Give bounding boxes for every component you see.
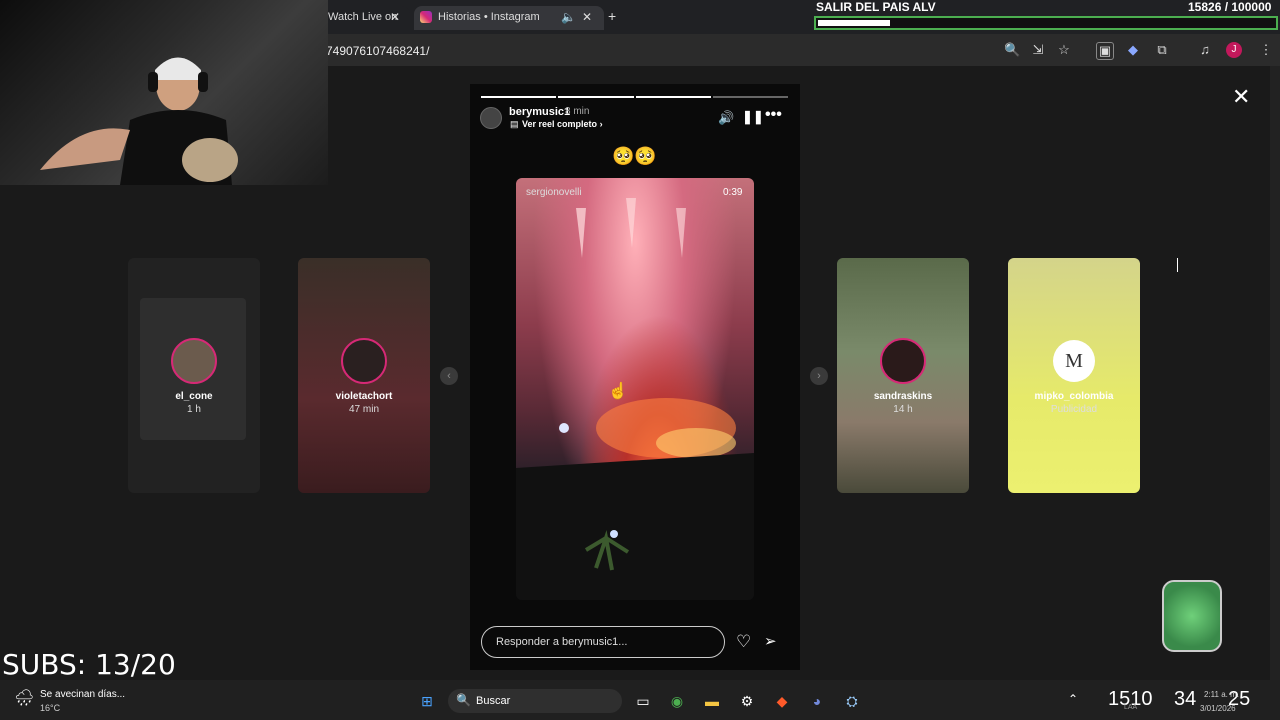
story-card-time: 1 h bbox=[187, 404, 201, 415]
temperature: 16°C bbox=[40, 703, 61, 713]
story-card-name: mipko_colombia bbox=[1034, 391, 1114, 402]
story-card-el-cone[interactable]: el_cone 1 h bbox=[128, 258, 260, 493]
extension-icon[interactable]: ▣ bbox=[1096, 42, 1114, 60]
taskbar-search[interactable]: 🔍 Buscar bbox=[448, 689, 622, 713]
reel-icon: ▤ bbox=[510, 119, 519, 129]
goal-progress-fill bbox=[818, 20, 890, 26]
reply-input[interactable]: Responder a berymusic1... bbox=[481, 626, 725, 658]
mipko-logo: M bbox=[1053, 340, 1095, 382]
previous-story-arrow[interactable]: ‹ bbox=[440, 367, 458, 385]
story-card-violetachort[interactable]: violetachort 47 min bbox=[298, 258, 430, 493]
mouse-cursor-icon: ☝ bbox=[608, 383, 628, 400]
app-icon[interactable]: ⚙ bbox=[736, 690, 758, 712]
streamer-figure bbox=[40, 57, 238, 185]
bookmark-star-icon[interactable]: ☆ bbox=[1056, 42, 1072, 58]
extensions-puzzle-icon[interactable]: ⧉ bbox=[1154, 42, 1170, 58]
instagram-icon bbox=[420, 11, 432, 23]
file-explorer-icon[interactable]: ▬ bbox=[701, 690, 723, 712]
overlay-number-b: 34 bbox=[1174, 688, 1197, 710]
steam-icon[interactable]: ⛭ bbox=[841, 690, 863, 712]
subs-counter: SUBS: 13/20 bbox=[2, 648, 176, 681]
close-tab-icon[interactable]: ✕ bbox=[390, 6, 400, 28]
avatar bbox=[341, 338, 387, 384]
story-card-name: violetachort bbox=[335, 391, 393, 402]
jar-overlay bbox=[1162, 580, 1222, 652]
reel-link-label: Ver reel completo bbox=[522, 119, 598, 129]
more-options-icon[interactable]: ••• bbox=[765, 106, 782, 124]
weather-text[interactable]: Se avecinan días... bbox=[40, 689, 125, 700]
extension-icon[interactable]: ◆ bbox=[1125, 42, 1141, 58]
webcam-overlay bbox=[0, 0, 328, 185]
tab-label: Historias • Instagram bbox=[438, 11, 540, 23]
pause-icon[interactable]: ❚❚ bbox=[742, 109, 764, 125]
input-language[interactable]: LAA bbox=[1124, 704, 1137, 711]
story-card-mipko-colombia[interactable]: M mipko_colombia Publicidad bbox=[1008, 258, 1140, 493]
video-username: sergionovelli bbox=[526, 187, 582, 198]
story-username[interactable]: berymusic1 bbox=[509, 106, 570, 118]
tab-instagram-stories[interactable]: Historias • Instagram 🔈 ✕ bbox=[414, 6, 604, 30]
tab-watch-live[interactable]: Watch Live on ✕ bbox=[320, 6, 410, 30]
profile-avatar[interactable]: J bbox=[1226, 42, 1242, 58]
page-scrollbar[interactable] bbox=[1270, 66, 1280, 680]
fire-scene bbox=[516, 198, 754, 600]
avatar bbox=[171, 338, 217, 384]
chevron-right-icon: › bbox=[599, 119, 603, 129]
next-story-arrow[interactable]: › bbox=[810, 367, 828, 385]
story-caption-emoji: 🥺🥺 bbox=[612, 146, 657, 166]
close-stories-button[interactable]: ✕ bbox=[1232, 84, 1250, 110]
search-icon: 🔍 bbox=[456, 693, 471, 707]
story-card-sandraskins[interactable]: sandraskins 14 h bbox=[837, 258, 969, 493]
windows-start-icon[interactable]: ⊞ bbox=[416, 690, 438, 712]
story-progress-segment bbox=[712, 96, 788, 98]
story-card-time: 47 min bbox=[348, 404, 379, 415]
story-progress-segment bbox=[481, 96, 557, 98]
story-card-time: 14 h bbox=[893, 404, 913, 415]
goal-title: SALIR DEL PAIS ALV bbox=[816, 0, 936, 14]
story-progress-segment bbox=[635, 96, 711, 98]
clock-date[interactable]: 3/01/2026 bbox=[1200, 704, 1236, 713]
story-card-time: Publicidad bbox=[1050, 404, 1098, 415]
chevron-up-icon[interactable]: ⌃ bbox=[1068, 692, 1078, 706]
view-full-reel-link[interactable]: Ver reel completo › bbox=[522, 119, 603, 129]
clock-time[interactable]: 2:11 a. m. bbox=[1204, 690, 1239, 699]
story-card-name: sandraskins bbox=[873, 391, 933, 402]
speaker-icon[interactable]: 🔈 bbox=[561, 6, 576, 28]
discord-icon[interactable]: ◕ bbox=[806, 690, 828, 712]
story-progress-segment bbox=[558, 96, 634, 98]
close-tab-icon[interactable]: ✕ bbox=[582, 6, 592, 28]
story-card-name: el_cone bbox=[175, 391, 213, 402]
menu-kebab-icon[interactable]: ⋮ bbox=[1258, 42, 1274, 58]
new-tab-button[interactable]: + bbox=[608, 8, 616, 24]
chrome-icon[interactable]: ◉ bbox=[666, 690, 688, 712]
avatar[interactable] bbox=[480, 107, 502, 129]
text-cursor bbox=[1177, 258, 1178, 272]
weather-icon[interactable]: 🌧 bbox=[14, 688, 34, 708]
search-label: Buscar bbox=[476, 695, 511, 707]
task-view-icon[interactable]: ▭ bbox=[632, 690, 654, 712]
install-app-icon[interactable]: ⇲ bbox=[1030, 42, 1046, 58]
zoom-icon[interactable]: 🔍 bbox=[1004, 42, 1020, 58]
story-video[interactable] bbox=[516, 178, 754, 600]
story-time: 8 min bbox=[565, 106, 590, 117]
tab-label: Watch Live on bbox=[328, 11, 398, 23]
heart-icon[interactable]: ♡ bbox=[736, 632, 751, 652]
url-text[interactable]: 749076107468241/ bbox=[326, 44, 429, 58]
video-duration: 0:39 bbox=[723, 187, 743, 198]
brave-icon[interactable]: ◆ bbox=[771, 690, 793, 712]
media-control-icon[interactable]: ♫ bbox=[1197, 42, 1213, 58]
goal-count: 15826 / 100000 bbox=[1188, 0, 1272, 14]
goal-progress-bar bbox=[814, 16, 1278, 30]
avatar bbox=[880, 338, 926, 384]
send-icon[interactable]: ➢ bbox=[764, 632, 777, 650]
volume-icon[interactable]: 🔊 bbox=[718, 110, 734, 126]
